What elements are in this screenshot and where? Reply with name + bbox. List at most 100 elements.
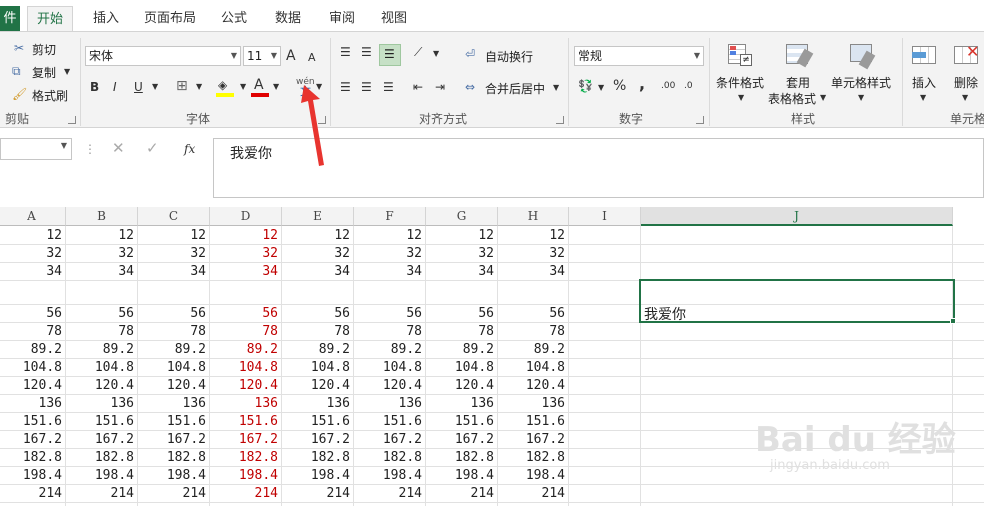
decrease-decimal-icon[interactable]: .0 bbox=[684, 78, 693, 94]
align-center-icon[interactable]: ☰ bbox=[361, 79, 372, 95]
tab-page-layout[interactable]: 页面布局 bbox=[138, 6, 202, 32]
cell-b14[interactable]: 198.4 bbox=[66, 467, 138, 485]
chevron-down-icon[interactable]: ▼ bbox=[738, 90, 744, 106]
accounting-format-icon[interactable]: 💱 bbox=[578, 78, 593, 94]
cell-g6[interactable]: 78 bbox=[426, 323, 498, 341]
column-header-g[interactable]: G bbox=[426, 207, 498, 226]
cell-h13[interactable]: 182.8 bbox=[498, 449, 569, 467]
cell-d2[interactable]: 32 bbox=[210, 245, 282, 263]
merge-center-icon[interactable]: ⇔ bbox=[465, 79, 475, 95]
chevron-down-icon[interactable]: ▼ bbox=[598, 80, 604, 96]
column-header-c[interactable]: C bbox=[138, 207, 210, 226]
cut-button[interactable]: 剪切 bbox=[32, 41, 56, 58]
cell-c8[interactable]: 104.8 bbox=[138, 359, 210, 377]
shrink-font-icon[interactable]: A bbox=[308, 50, 316, 66]
font-name-select[interactable]: 宋体 ▼ bbox=[85, 46, 241, 66]
cell-g13[interactable]: 182.8 bbox=[426, 449, 498, 467]
conditional-formatting-icon[interactable]: ≠ bbox=[726, 42, 756, 70]
italic-button[interactable]: I bbox=[113, 79, 117, 95]
number-launcher-icon[interactable] bbox=[696, 116, 704, 124]
delete-cells-button[interactable]: 删除 bbox=[954, 74, 978, 91]
name-box[interactable]: ▼ bbox=[0, 138, 72, 160]
chevron-down-icon[interactable]: ▼ bbox=[196, 79, 202, 95]
cell-d12[interactable]: 167.2 bbox=[210, 431, 282, 449]
cancel-icon[interactable]: ✕ bbox=[112, 140, 125, 156]
chevron-down-icon[interactable]: ▼ bbox=[858, 90, 864, 106]
cell-c15[interactable]: 214 bbox=[138, 485, 210, 503]
column-header-b[interactable]: B bbox=[66, 207, 138, 226]
cell-d14[interactable]: 198.4 bbox=[210, 467, 282, 485]
cell-c2[interactable]: 32 bbox=[138, 245, 210, 263]
cell-d15[interactable]: 214 bbox=[210, 485, 282, 503]
more-options-icon[interactable]: ⋮ bbox=[84, 141, 96, 157]
delete-cells-icon[interactable]: ✕ bbox=[952, 42, 982, 70]
cell-a1[interactable]: 12 bbox=[0, 227, 66, 245]
chevron-down-icon[interactable]: ▼ bbox=[920, 90, 926, 106]
cell-h15[interactable]: 214 bbox=[498, 485, 569, 503]
cell-h10[interactable]: 136 bbox=[498, 395, 569, 413]
cell-g10[interactable]: 136 bbox=[426, 395, 498, 413]
cell-f9[interactable]: 120.4 bbox=[354, 377, 426, 395]
percent-button[interactable]: % bbox=[613, 78, 626, 94]
cell-g15[interactable]: 214 bbox=[426, 485, 498, 503]
cell-g8[interactable]: 104.8 bbox=[426, 359, 498, 377]
cell-c13[interactable]: 182.8 bbox=[138, 449, 210, 467]
cell-d11[interactable]: 151.6 bbox=[210, 413, 282, 431]
tab-file[interactable]: 件 bbox=[0, 6, 20, 32]
column-header-a[interactable]: A bbox=[0, 207, 66, 226]
comma-button[interactable]: , bbox=[639, 76, 645, 92]
cell-f6[interactable]: 78 bbox=[354, 323, 426, 341]
cell-d13[interactable]: 182.8 bbox=[210, 449, 282, 467]
cell-a7[interactable]: 89.2 bbox=[0, 341, 66, 359]
cell-c9[interactable]: 120.4 bbox=[138, 377, 210, 395]
cell-b12[interactable]: 167.2 bbox=[66, 431, 138, 449]
underline-button[interactable]: U bbox=[134, 79, 143, 95]
cell-a13[interactable]: 182.8 bbox=[0, 449, 66, 467]
cell-b3[interactable]: 34 bbox=[66, 263, 138, 281]
wrap-text-button[interactable]: 自动换行 bbox=[485, 48, 533, 65]
chevron-down-icon[interactable]: ▼ bbox=[553, 80, 559, 96]
cell-b11[interactable]: 151.6 bbox=[66, 413, 138, 431]
increase-indent-icon[interactable]: ⇥ bbox=[435, 79, 445, 95]
cell-f11[interactable]: 151.6 bbox=[354, 413, 426, 431]
wrap-text-icon[interactable]: ⏎ bbox=[465, 46, 475, 62]
cell-a6[interactable]: 78 bbox=[0, 323, 66, 341]
cell-g4[interactable] bbox=[426, 281, 498, 299]
format-as-table-label-2[interactable]: 表格格式 bbox=[768, 90, 816, 107]
cell-e11[interactable]: 151.6 bbox=[282, 413, 354, 431]
column-header-i[interactable]: I bbox=[569, 207, 641, 226]
enter-icon[interactable]: ✓ bbox=[146, 140, 159, 156]
cell-b7[interactable]: 89.2 bbox=[66, 341, 138, 359]
cell-b13[interactable]: 182.8 bbox=[66, 449, 138, 467]
cell-a4[interactable] bbox=[0, 281, 66, 299]
increase-decimal-icon[interactable]: .00 bbox=[661, 78, 675, 94]
tab-formulas[interactable]: 公式 bbox=[212, 6, 256, 32]
align-bottom-button[interactable]: ☰ bbox=[379, 44, 401, 66]
cell-c11[interactable]: 151.6 bbox=[138, 413, 210, 431]
cell-b4[interactable] bbox=[66, 281, 138, 299]
chevron-down-icon[interactable]: ▼ bbox=[240, 79, 246, 95]
cell-b5[interactable]: 56 bbox=[66, 305, 138, 323]
cell-d10[interactable]: 136 bbox=[210, 395, 282, 413]
cell-g5[interactable]: 56 bbox=[426, 305, 498, 323]
align-middle-icon[interactable]: ☰ bbox=[361, 44, 372, 60]
cell-f2[interactable]: 32 bbox=[354, 245, 426, 263]
cell-e12[interactable]: 167.2 bbox=[282, 431, 354, 449]
fill-handle[interactable] bbox=[950, 318, 956, 324]
cell-g1[interactable]: 12 bbox=[426, 227, 498, 245]
column-header-f[interactable]: F bbox=[354, 207, 426, 226]
tab-data[interactable]: 数据 bbox=[266, 6, 310, 32]
merge-center-button[interactable]: 合并后居中 bbox=[485, 80, 545, 97]
column-header-d[interactable]: D bbox=[210, 207, 282, 226]
insert-function-button[interactable]: fx bbox=[184, 141, 195, 157]
cell-f10[interactable]: 136 bbox=[354, 395, 426, 413]
cell-b10[interactable]: 136 bbox=[66, 395, 138, 413]
cell-e5[interactable]: 56 bbox=[282, 305, 354, 323]
clipboard-launcher-icon[interactable] bbox=[68, 116, 76, 124]
cell-c1[interactable]: 12 bbox=[138, 227, 210, 245]
cell-f13[interactable]: 182.8 bbox=[354, 449, 426, 467]
tab-insert[interactable]: 插入 bbox=[84, 6, 128, 32]
cell-f1[interactable]: 12 bbox=[354, 227, 426, 245]
cell-e13[interactable]: 182.8 bbox=[282, 449, 354, 467]
cell-e3[interactable]: 34 bbox=[282, 263, 354, 281]
